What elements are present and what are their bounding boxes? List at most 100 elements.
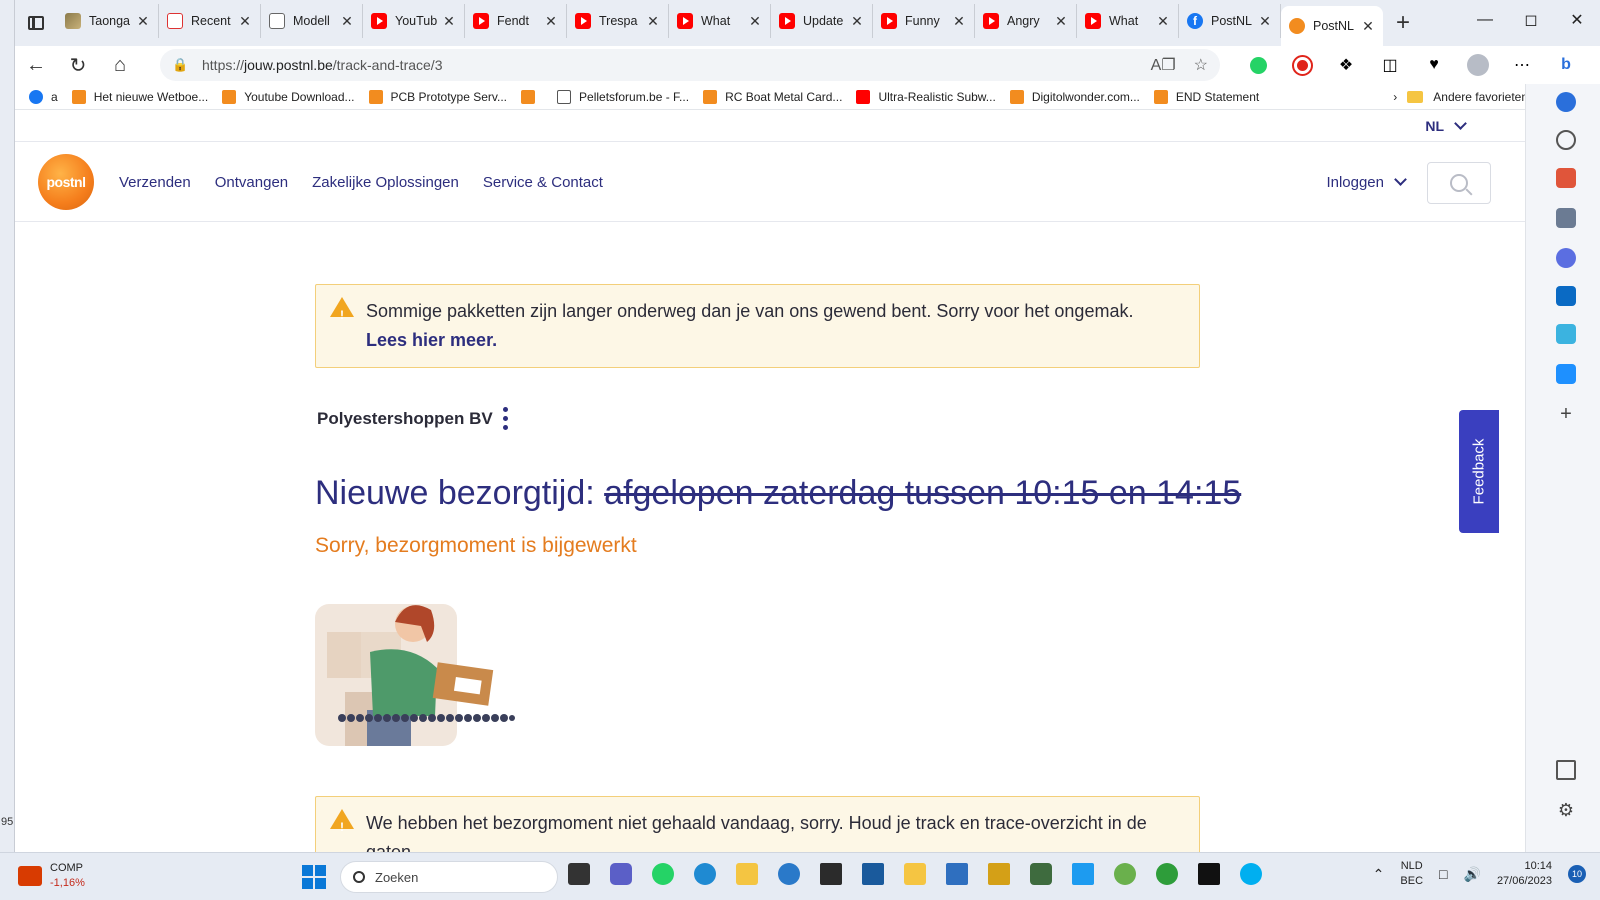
adblock-extension-icon[interactable] — [1284, 51, 1320, 79]
tab-4[interactable]: Fendt ✕ — [465, 4, 567, 38]
back-button[interactable]: ← — [15, 49, 57, 81]
search-sidebar-icon[interactable] — [1556, 130, 1576, 150]
feedback-tab[interactable]: Feedback — [1459, 410, 1499, 533]
notification-badge[interactable]: 10 — [1568, 865, 1586, 883]
send-icon[interactable] — [1556, 324, 1576, 344]
address-bar[interactable]: 🔒 https://jouw.postnl.be/track-and-trace… — [160, 49, 1220, 81]
close-tab-icon[interactable]: ✕ — [442, 13, 456, 30]
tab-10[interactable]: What ✕ — [1077, 4, 1179, 38]
split-screen-icon[interactable]: ◫ — [1372, 51, 1408, 79]
tab-7[interactable]: Update ✕ — [771, 4, 873, 38]
read-more-link[interactable]: Lees hier meer. — [366, 330, 497, 350]
outlook-icon[interactable] — [1556, 286, 1576, 306]
close-tab-icon[interactable]: ✕ — [1054, 13, 1068, 30]
home-button[interactable]: ⌂ — [99, 49, 141, 81]
close-window-button[interactable]: ✕ — [1554, 0, 1600, 40]
tractor-app-icon[interactable] — [1030, 863, 1052, 885]
esu-icon[interactable] — [862, 863, 884, 885]
more-options-icon[interactable] — [502, 407, 508, 430]
app-ladder-icon[interactable] — [988, 863, 1010, 885]
bing-copilot-icon[interactable]: b — [1548, 51, 1584, 79]
notifications-bell-icon[interactable] — [1556, 92, 1576, 112]
close-tab-icon[interactable]: ✕ — [1258, 13, 1272, 30]
language-selector[interactable]: NL — [1425, 117, 1467, 134]
task-view-icon[interactable] — [568, 863, 590, 885]
bookmark-item[interactable]: RC Boat Metal Card... — [703, 89, 842, 104]
close-tab-icon[interactable]: ✕ — [850, 13, 864, 30]
tab-2[interactable]: Modell ✕ — [261, 4, 363, 38]
tab-0[interactable]: Taonga ✕ — [57, 4, 159, 38]
stock-widget[interactable]: COMP -1,16% — [18, 861, 85, 891]
tab-5[interactable]: Trespa ✕ — [567, 4, 669, 38]
add-app-icon[interactable] — [1556, 364, 1576, 384]
bookmark-item[interactable]: Het nieuwe Wetboe... — [71, 89, 208, 104]
tab-8[interactable]: Funny ✕ — [873, 4, 975, 38]
close-tab-icon[interactable]: ✕ — [544, 13, 558, 30]
more-bookmarks-chevron-icon[interactable]: › — [1393, 90, 1397, 104]
bookmark-item[interactable]: Pelletsforum.be - F... — [557, 89, 689, 104]
vee-app-icon[interactable] — [1072, 863, 1094, 885]
close-tab-icon[interactable]: ✕ — [340, 13, 354, 30]
start-button[interactable] — [302, 865, 326, 889]
close-tab-icon[interactable]: ✕ — [952, 13, 966, 30]
more-menu-icon[interactable]: ⋯ — [1504, 51, 1540, 79]
tab-1[interactable]: Recent ✕ — [159, 4, 261, 38]
bookmark-item[interactable]: a — [29, 89, 58, 104]
volume-icon[interactable]: 🔊 — [1464, 866, 1481, 883]
login-button[interactable]: Inloggen — [1326, 173, 1407, 191]
read-aloud-icon[interactable]: A❐ — [1151, 55, 1176, 75]
globe-app-icon[interactable] — [1114, 863, 1136, 885]
whatsapp-icon[interactable] — [652, 863, 674, 885]
favorite-star-icon[interactable]: ☆ — [1194, 55, 1208, 75]
close-tab-icon[interactable]: ✕ — [136, 13, 150, 30]
performance-icon[interactable]: ♥ — [1416, 51, 1452, 79]
postnl-logo[interactable]: postnl — [38, 154, 94, 210]
teams-chat-icon[interactable] — [610, 863, 632, 885]
green-gear-icon[interactable] — [1156, 863, 1178, 885]
lock-icon[interactable]: 🔒 — [172, 57, 190, 73]
new-tab-button[interactable]: + — [1383, 9, 1423, 37]
ccleaner-icon[interactable] — [778, 863, 800, 885]
bookmark-item[interactable]: Youtube Download... — [222, 89, 355, 104]
nav-ontvangen[interactable]: Ontvangen — [215, 174, 288, 191]
documents-icon[interactable] — [946, 863, 968, 885]
maximize-button[interactable]: ◻ — [1508, 0, 1554, 40]
settings-gear-icon[interactable]: ⚙ — [1556, 800, 1576, 820]
tab-12[interactable]: PostNL ✕ — [1281, 6, 1383, 46]
close-tab-icon[interactable]: ✕ — [238, 13, 252, 30]
refresh-button[interactable]: ↻ — [57, 49, 99, 81]
tab-6[interactable]: What ✕ — [669, 4, 771, 38]
nav-zakelijke-oplossingen[interactable]: Zakelijke Oplossingen — [312, 174, 459, 191]
tray-overflow-chevron-icon[interactable]: ⌃ — [1373, 866, 1385, 883]
tab-3[interactable]: YouTub ✕ — [363, 4, 465, 38]
close-tab-icon[interactable]: ✕ — [748, 13, 762, 30]
bookmark-item[interactable]: Ultra-Realistic Subw... — [856, 89, 996, 104]
bookmark-item[interactable]: PCB Prototype Serv... — [368, 89, 507, 104]
close-tab-icon[interactable]: ✕ — [646, 13, 660, 30]
taskbar-search[interactable]: Zoeken — [340, 861, 558, 893]
sidebar-layout-icon[interactable] — [1556, 760, 1576, 780]
tab-actions-button[interactable] — [15, 0, 57, 46]
close-tab-icon[interactable]: ✕ — [1156, 13, 1170, 30]
monitor-app-icon[interactable] — [820, 863, 842, 885]
skype-icon[interactable] — [1240, 863, 1262, 885]
extensions-puzzle-icon[interactable]: ❖ — [1328, 51, 1364, 79]
file-explorer-icon[interactable] — [904, 863, 926, 885]
network-icon[interactable]: □ — [1439, 866, 1447, 882]
search-button[interactable] — [1427, 162, 1491, 204]
close-tab-icon[interactable]: ✕ — [1361, 18, 1375, 35]
tools-icon[interactable] — [1556, 168, 1576, 188]
input-language[interactable]: NLD BEC — [1400, 859, 1423, 889]
profile-avatar[interactable] — [1460, 51, 1496, 79]
office-icon[interactable] — [1556, 248, 1576, 268]
add-sidebar-icon[interactable]: + — [1556, 404, 1576, 424]
bookmark-item[interactable] — [521, 89, 543, 104]
bookmark-item[interactable]: END Statement — [1153, 89, 1259, 104]
minimize-button[interactable]: — — [1462, 0, 1508, 40]
nav-verzenden[interactable]: Verzenden — [119, 174, 191, 191]
edge-icon[interactable] — [694, 863, 716, 885]
other-favorites-link[interactable]: Andere favorieten — [1433, 90, 1528, 104]
games-icon[interactable] — [1556, 208, 1576, 228]
tab-9[interactable]: Angry ✕ — [975, 4, 1077, 38]
mail-icon[interactable] — [736, 863, 758, 885]
